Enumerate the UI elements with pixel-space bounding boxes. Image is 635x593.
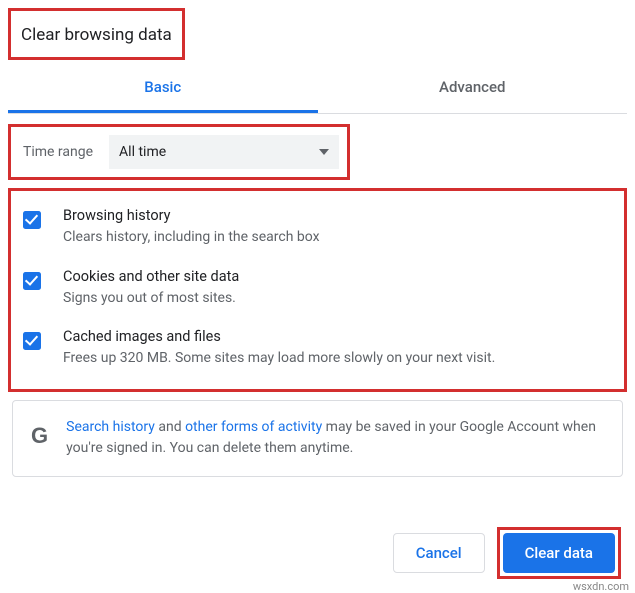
search-history-link[interactable]: Search history <box>66 419 155 435</box>
google-logo-icon: G <box>31 423 48 449</box>
clear-data-highlight: Clear data <box>497 527 621 579</box>
dialog-title: Clear browsing data <box>8 8 185 60</box>
time-range-value: All time <box>119 144 166 160</box>
option-cache: Cached images and files Frees up 320 MB.… <box>19 318 616 379</box>
tab-advanced[interactable]: Advanced <box>318 64 628 113</box>
option-desc: Signs you out of most sites. <box>63 289 239 309</box>
clear-data-button[interactable]: Clear data <box>503 533 615 573</box>
checkbox-cache[interactable] <box>23 332 41 350</box>
tab-bar: Basic Advanced <box>8 64 627 114</box>
other-activity-link[interactable]: other forms of activity <box>185 419 322 435</box>
tab-basic[interactable]: Basic <box>8 64 318 113</box>
checkbox-cookies[interactable] <box>23 272 41 290</box>
attribution-text: wsxdn.com <box>573 580 629 593</box>
cancel-button[interactable]: Cancel <box>393 533 485 573</box>
option-title: Cached images and files <box>63 328 495 345</box>
chevron-down-icon <box>319 149 329 155</box>
time-range-select[interactable]: All time <box>109 135 339 169</box>
option-desc: Clears history, including in the search … <box>63 228 320 248</box>
time-range-label: Time range <box>23 144 93 160</box>
checkbox-browsing-history[interactable] <box>23 211 41 229</box>
option-title: Cookies and other site data <box>63 268 239 285</box>
time-range-row: Time range All time <box>8 124 350 180</box>
info-text: Search history and other forms of activi… <box>66 417 604 460</box>
option-browsing-history: Browsing history Clears history, includi… <box>19 197 616 258</box>
option-desc: Frees up 320 MB. Some sites may load mor… <box>63 349 495 369</box>
dialog-footer: Cancel Clear data <box>393 527 621 579</box>
options-group: Browsing history Clears history, includi… <box>8 188 627 392</box>
account-info-box: G Search history and other forms of acti… <box>12 400 623 477</box>
option-title: Browsing history <box>63 207 320 224</box>
option-cookies: Cookies and other site data Signs you ou… <box>19 258 616 319</box>
